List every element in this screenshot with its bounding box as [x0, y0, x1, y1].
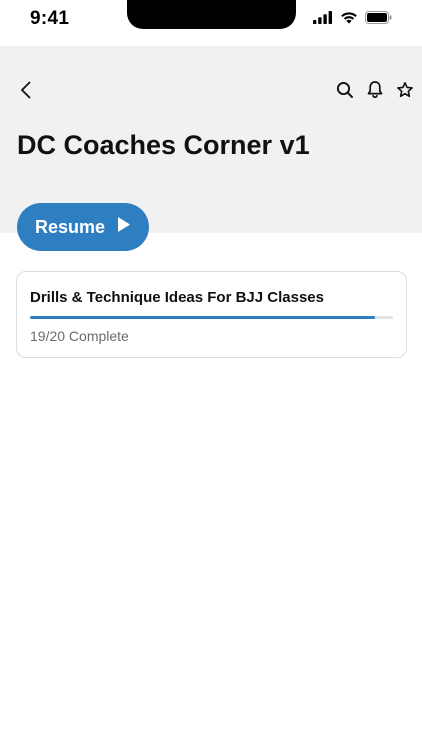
search-icon [336, 81, 354, 104]
status-bar: 9:41 [0, 0, 422, 46]
bell-icon [366, 80, 384, 104]
page-title: DC Coaches Corner v1 [17, 130, 310, 160]
resume-button-label: Resume [34, 216, 106, 237]
chevron-left-icon [20, 81, 32, 104]
cellular-signal-icon [313, 11, 333, 29]
wifi-icon [340, 11, 358, 29]
device-notch [127, 0, 296, 29]
progress-bar [30, 316, 393, 319]
notifications-button[interactable] [364, 80, 386, 104]
back-button[interactable] [14, 80, 38, 104]
progress-text: 19/20 Complete [30, 328, 129, 344]
course-card[interactable]: Drills & Technique Ideas For BJJ Classes… [16, 271, 407, 358]
star-icon [396, 81, 414, 104]
favorite-button[interactable] [394, 80, 416, 104]
status-time: 9:41 [30, 8, 70, 29]
search-button[interactable] [334, 80, 356, 104]
resume-button[interactable]: Resume [17, 203, 149, 251]
play-icon [117, 216, 131, 238]
app-screen: 9:41 DC Coaches Corner v1 Resume Drills … [0, 0, 422, 750]
header-actions [334, 80, 416, 104]
progress-bar-fill [30, 316, 375, 319]
course-card-title: Drills & Technique Ideas For BJJ Classes [30, 289, 324, 306]
status-icons [313, 11, 392, 29]
battery-icon [365, 11, 392, 29]
